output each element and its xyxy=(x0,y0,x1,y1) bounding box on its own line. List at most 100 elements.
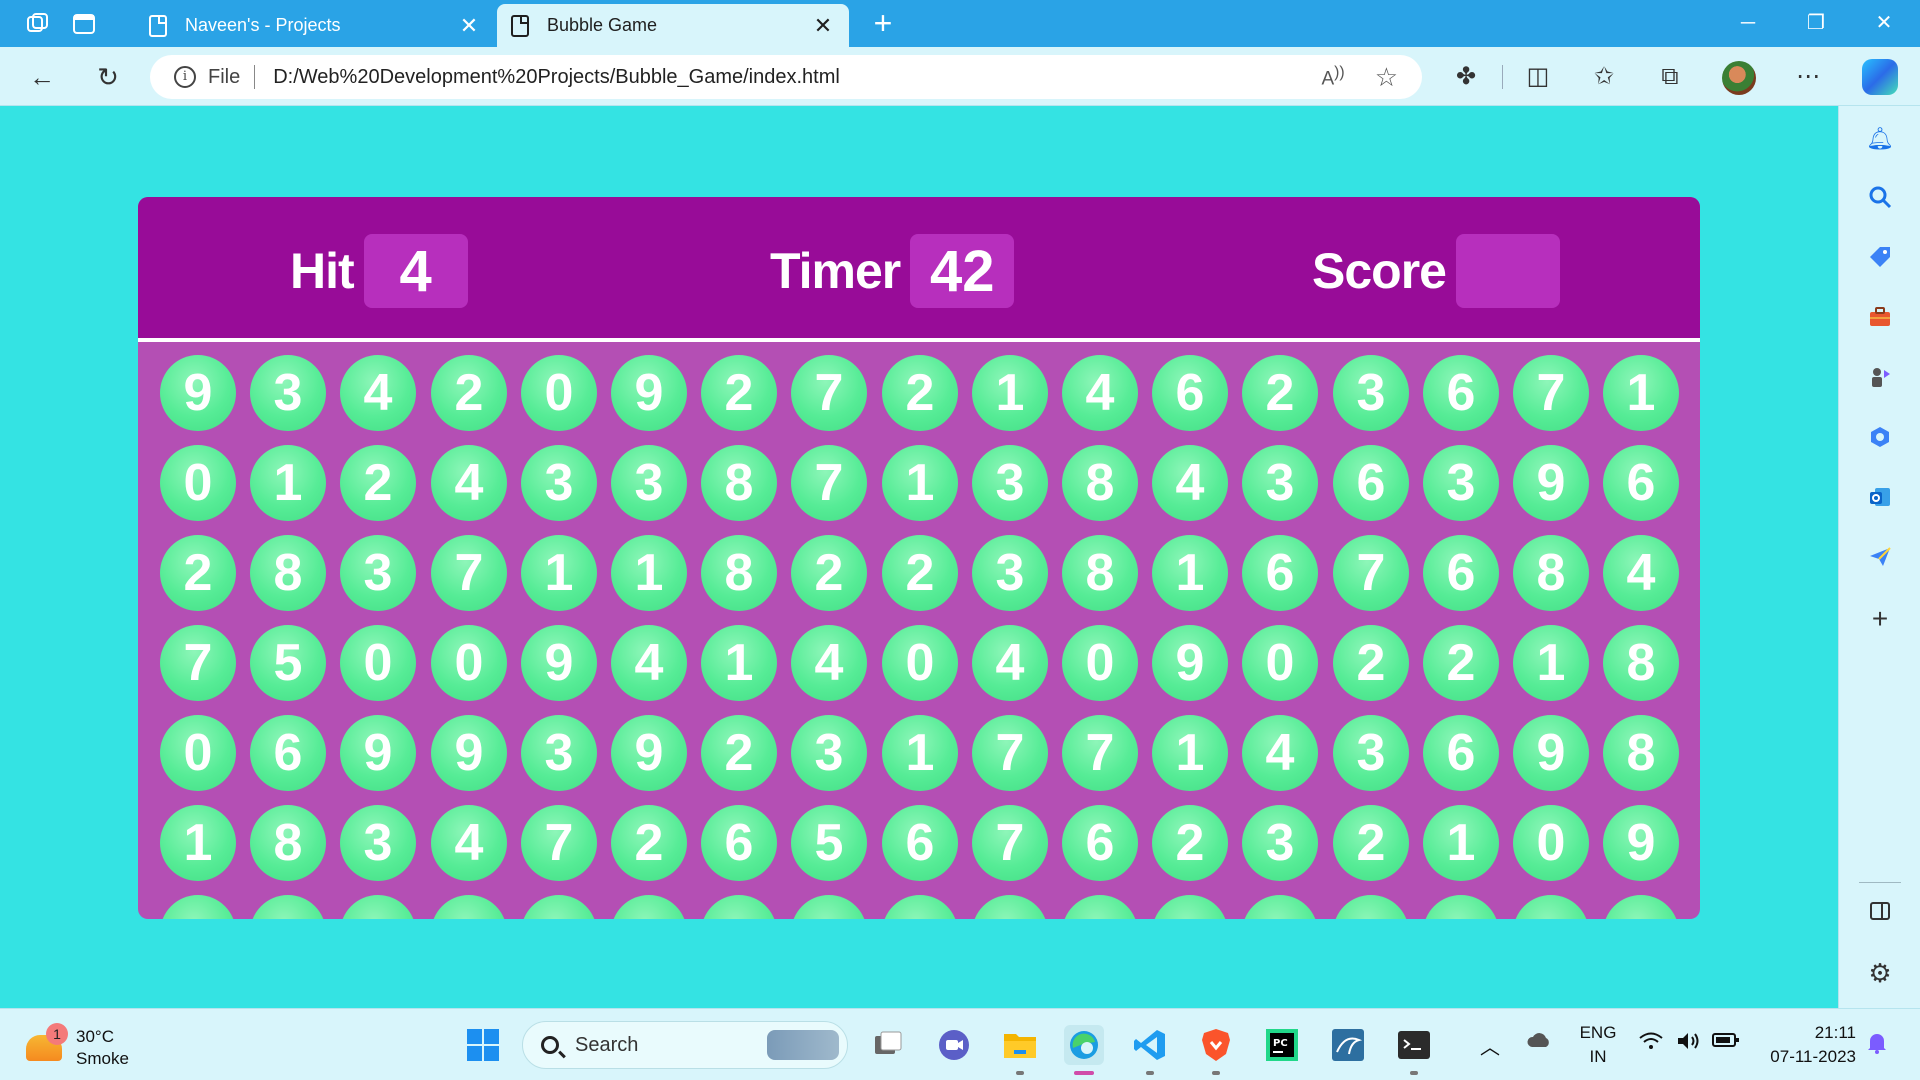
bubble[interactable]: 3 xyxy=(1423,445,1499,521)
bubble[interactable]: 1 xyxy=(611,535,687,611)
profile-avatar[interactable] xyxy=(1722,61,1756,95)
close-tab-icon[interactable]: ✕ xyxy=(811,13,835,39)
back-button[interactable]: ← xyxy=(26,61,58,93)
bubble[interactable]: 4 xyxy=(972,625,1048,701)
bubble[interactable]: 2 xyxy=(1333,805,1409,881)
bubble[interactable]: 6 xyxy=(1333,445,1409,521)
bell-icon[interactable]: 🔔︎ xyxy=(1865,124,1895,154)
bubble[interactable]: 2 xyxy=(160,535,236,611)
bubble[interactable]: 5 xyxy=(791,805,867,881)
bubble[interactable]: 1 xyxy=(1423,805,1499,881)
volume-icon[interactable] xyxy=(1676,1031,1702,1057)
close-window-button[interactable]: ✕ xyxy=(1864,8,1904,38)
bubble[interactable]: 3 xyxy=(972,445,1048,521)
settings-icon[interactable]: ⚙ xyxy=(1865,958,1895,988)
bubble[interactable]: 9 xyxy=(611,355,687,431)
mysql-icon[interactable] xyxy=(1328,1025,1368,1065)
bubble[interactable] xyxy=(1242,895,1318,919)
copilot-app-icon[interactable] xyxy=(1865,424,1895,454)
bubble[interactable]: 0 xyxy=(160,715,236,791)
bubble[interactable]: 4 xyxy=(1242,715,1318,791)
collections-icon[interactable]: ⧉ xyxy=(1654,61,1686,93)
bubble[interactable]: 7 xyxy=(791,445,867,521)
bubble[interactable]: 4 xyxy=(1062,355,1138,431)
bubble[interactable]: 2 xyxy=(882,535,958,611)
windows-start-icon[interactable] xyxy=(463,1025,503,1065)
workspaces-icon[interactable] xyxy=(24,10,52,38)
notification-bell-icon[interactable] xyxy=(1866,1031,1888,1061)
bubble[interactable]: 8 xyxy=(1603,625,1679,701)
bubble[interactable]: 8 xyxy=(1603,715,1679,791)
bubble[interactable]: 6 xyxy=(701,805,777,881)
bubble[interactable] xyxy=(701,895,777,919)
bubble[interactable]: 9 xyxy=(521,625,597,701)
bubble[interactable]: 3 xyxy=(340,535,416,611)
bubble[interactable]: 4 xyxy=(611,625,687,701)
bubble[interactable]: 8 xyxy=(1513,535,1589,611)
address-bar[interactable]: i File D:/Web%20Development%20Projects/B… xyxy=(150,55,1422,99)
refresh-button[interactable]: ↻ xyxy=(92,61,124,93)
bubble[interactable]: 2 xyxy=(701,715,777,791)
bubble[interactable] xyxy=(250,895,326,919)
bubble[interactable] xyxy=(340,895,416,919)
cloud-icon[interactable] xyxy=(1526,1031,1552,1055)
bubble[interactable]: 1 xyxy=(882,715,958,791)
bubble[interactable]: 7 xyxy=(521,805,597,881)
bubble[interactable] xyxy=(972,895,1048,919)
bubble[interactable]: 4 xyxy=(340,355,416,431)
sidebar-toggle-icon[interactable] xyxy=(1865,900,1895,930)
file-explorer-icon[interactable] xyxy=(1000,1025,1040,1075)
bubble[interactable]: 1 xyxy=(521,535,597,611)
battery-icon[interactable] xyxy=(1712,1031,1740,1055)
bubble[interactable]: 8 xyxy=(1062,535,1138,611)
weather-widget[interactable]: 1 30°C Smoke xyxy=(26,1023,146,1069)
bubble[interactable]: 1 xyxy=(701,625,777,701)
bubble[interactable]: 4 xyxy=(431,805,507,881)
terminal-icon[interactable] xyxy=(1394,1025,1434,1075)
favorites-icon[interactable]: ✩ xyxy=(1588,61,1620,93)
bubble[interactable]: 3 xyxy=(1333,355,1409,431)
bubble[interactable] xyxy=(611,895,687,919)
bubble[interactable]: 8 xyxy=(701,535,777,611)
bubble[interactable]: 9 xyxy=(160,355,236,431)
bubble[interactable]: 6 xyxy=(1603,445,1679,521)
taskbar-search[interactable]: Search xyxy=(522,1021,848,1069)
bubble[interactable]: 2 xyxy=(882,355,958,431)
bubble[interactable]: 4 xyxy=(791,625,867,701)
bubble[interactable]: 1 xyxy=(1603,355,1679,431)
bubble[interactable]: 1 xyxy=(882,445,958,521)
bubble[interactable]: 2 xyxy=(611,805,687,881)
new-tab-button[interactable]: + xyxy=(866,6,900,40)
bubble[interactable]: 0 xyxy=(882,625,958,701)
bubble[interactable]: 3 xyxy=(791,715,867,791)
bubble[interactable]: 9 xyxy=(611,715,687,791)
bubble[interactable]: 0 xyxy=(1513,805,1589,881)
bubble[interactable] xyxy=(882,895,958,919)
bubble[interactable]: 1 xyxy=(250,445,326,521)
bubble[interactable]: 6 xyxy=(882,805,958,881)
vertical-tabs-icon[interactable] xyxy=(70,10,98,38)
bubble[interactable]: 3 xyxy=(1242,445,1318,521)
clock[interactable]: 21:11 07-11-2023 xyxy=(1760,1021,1856,1069)
pycharm-icon[interactable]: PC xyxy=(1262,1025,1302,1065)
bubble[interactable]: 3 xyxy=(340,805,416,881)
bubble[interactable]: 1 xyxy=(1152,535,1228,611)
bubble[interactable]: 4 xyxy=(1152,445,1228,521)
bubble[interactable] xyxy=(521,895,597,919)
bubble[interactable]: 3 xyxy=(521,445,597,521)
brave-icon[interactable] xyxy=(1196,1025,1236,1075)
bubble[interactable]: 9 xyxy=(1603,805,1679,881)
bubble[interactable] xyxy=(791,895,867,919)
site-info-icon[interactable]: i xyxy=(174,66,196,88)
bubble[interactable] xyxy=(1423,895,1499,919)
bubble[interactable]: 9 xyxy=(431,715,507,791)
bubble[interactable]: 6 xyxy=(1242,535,1318,611)
read-aloud-icon[interactable]: A)) xyxy=(1321,64,1344,90)
bubble[interactable]: 0 xyxy=(340,625,416,701)
meet-icon[interactable] xyxy=(934,1025,974,1065)
wifi-icon[interactable] xyxy=(1638,1031,1664,1057)
bubble[interactable]: 0 xyxy=(1062,625,1138,701)
bubble[interactable]: 8 xyxy=(250,805,326,881)
copilot-icon[interactable] xyxy=(1862,59,1898,95)
bubble[interactable]: 1 xyxy=(160,805,236,881)
